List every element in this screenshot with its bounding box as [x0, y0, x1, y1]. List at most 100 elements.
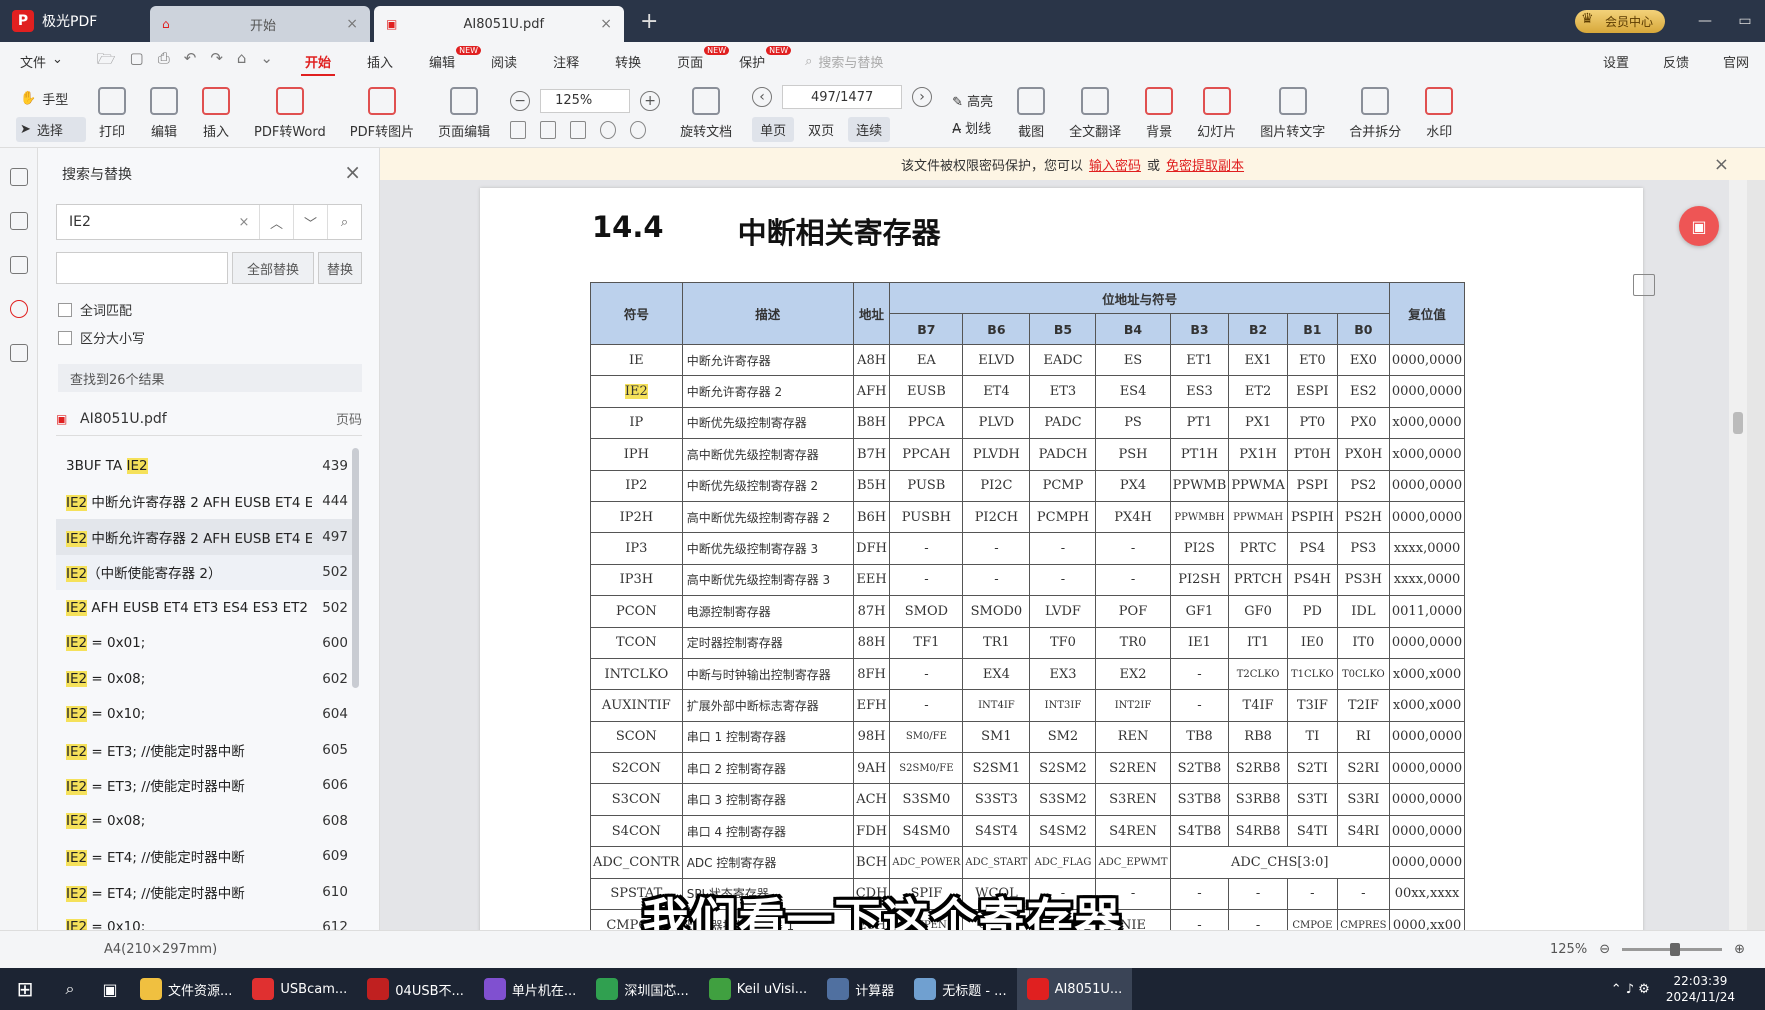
- taskbar-app[interactable]: Keil uVisi...: [699, 968, 817, 1010]
- scroll-thumb[interactable]: [1733, 412, 1743, 434]
- save-icon[interactable]: ▢: [130, 49, 144, 74]
- comment-icon[interactable]: [9, 256, 28, 274]
- strikeout-button[interactable]: A̶ 划线: [952, 118, 993, 137]
- file-menu[interactable]: 文件 ⌄: [0, 52, 83, 71]
- page-number-field[interactable]: 497/1477: [782, 85, 903, 109]
- search-input[interactable]: IE2: [57, 205, 229, 239]
- vip-center-button[interactable]: ♛ 会员中心: [1574, 9, 1665, 33]
- merge-split-button[interactable]: 合并拆分: [1337, 87, 1413, 140]
- rotate-document-button[interactable]: 旋转文档: [668, 87, 744, 140]
- slideshow-button[interactable]: 幻灯片: [1185, 87, 1248, 140]
- hand-tool-button[interactable]: ✋ 手型: [16, 86, 86, 111]
- print-icon[interactable]: ⎙: [158, 49, 170, 74]
- tab-close-icon[interactable]: ×: [346, 16, 358, 32]
- thumbnail-icon[interactable]: [9, 212, 28, 230]
- search-result-item[interactable]: IE2 = ET4; //使能定时器中断 609: [56, 839, 352, 875]
- search-icon[interactable]: ⌕: [327, 205, 361, 239]
- prev-page-icon[interactable]: ‹: [752, 87, 773, 107]
- ocr-button[interactable]: 图片转文字: [1248, 87, 1337, 140]
- search-result-item[interactable]: IE2 中断允许寄存器 2 AFH EUSB ET4 E 497: [56, 519, 352, 555]
- close-icon[interactable]: ×: [1714, 154, 1729, 175]
- tab-home[interactable]: ⌂ 开始 ×: [150, 6, 370, 42]
- close-icon[interactable]: ×: [344, 160, 361, 184]
- clock[interactable]: 22:03:39 2024/11/24: [1666, 973, 1755, 1005]
- background-button[interactable]: 背景: [1133, 87, 1185, 140]
- search-icon[interactable]: [9, 300, 28, 318]
- zoom-in-icon[interactable]: +: [640, 90, 661, 111]
- home-icon[interactable]: ⌂: [237, 49, 247, 74]
- menu-start[interactable]: 开始: [287, 42, 349, 80]
- search-result-item[interactable]: IE2 AFH EUSB ET4 ET3 ES4 ES3 ET2 502: [56, 590, 352, 626]
- print-button[interactable]: 打印: [86, 87, 138, 140]
- document-scrollbar[interactable]: [1729, 180, 1747, 930]
- insert-button[interactable]: 插入: [190, 87, 242, 140]
- new-tab-button[interactable]: +: [624, 0, 674, 42]
- rotate-right-icon[interactable]: [630, 120, 647, 139]
- undo-icon[interactable]: ↶: [184, 49, 197, 74]
- extract-copy-link[interactable]: 免密提取副本: [1166, 155, 1244, 174]
- taskbar-app[interactable]: USBcam...: [242, 968, 357, 1010]
- redo-icon[interactable]: ↷: [210, 49, 223, 74]
- pdf-to-word-button[interactable]: PDF转Word: [242, 87, 338, 140]
- table-extract-icon[interactable]: [1633, 274, 1655, 296]
- match-case-checkbox[interactable]: 区分大小写: [58, 328, 145, 347]
- zoom-in-icon[interactable]: ⊕: [1734, 942, 1745, 957]
- search-result-item[interactable]: IE2 = 0x08; 602: [56, 661, 352, 697]
- search-result-item[interactable]: IE2 = ET3; //使能定时器中断 606: [56, 768, 352, 804]
- prev-result-icon[interactable]: ︿: [259, 205, 293, 239]
- taskbar-app[interactable]: 文件资源...: [130, 968, 242, 1010]
- single-page-button[interactable]: 单页: [752, 117, 795, 142]
- tray-icons[interactable]: ⌃ ♪ ⚙: [1611, 982, 1650, 997]
- menu-protect[interactable]: 保护 NEW: [721, 42, 792, 80]
- double-page-button[interactable]: 双页: [800, 117, 842, 142]
- menu-convert[interactable]: 转换: [597, 42, 659, 80]
- replace-all-button[interactable]: 全部替换: [232, 252, 314, 284]
- minimize-button[interactable]: —: [1685, 0, 1725, 42]
- customize-icon[interactable]: ⌄: [260, 49, 273, 74]
- zoom-slider-knob[interactable]: [1670, 943, 1681, 956]
- page-edit-button[interactable]: 页面编辑: [426, 87, 502, 140]
- search-result-item[interactable]: IE2 中断允许寄存器 2 AFH EUSB ET4 E 444: [56, 484, 352, 520]
- menu-edit[interactable]: 编辑 NEW: [411, 42, 482, 80]
- zoom-level[interactable]: 125%: [1550, 942, 1587, 957]
- edit-button[interactable]: 编辑: [138, 87, 190, 140]
- menu-insert[interactable]: 插入: [349, 42, 411, 80]
- taskbar-app[interactable]: 深圳国芯...: [586, 968, 698, 1010]
- zoom-select[interactable]: 125%: [540, 88, 631, 113]
- document-viewer[interactable]: 14.4 中断相关寄存器 符号 描述 地址 位地址与符号 复位值 B7 B6 B5 B…: [380, 180, 1747, 930]
- settings-link[interactable]: 设置: [1603, 52, 1629, 71]
- wechat-icon[interactable]: ▣: [90, 980, 130, 999]
- highlight-button[interactable]: ✎ 高亮: [952, 91, 993, 110]
- next-page-icon[interactable]: ›: [912, 87, 933, 107]
- taskbar-app[interactable]: 单片机在...: [474, 968, 586, 1010]
- attachment-icon[interactable]: [9, 344, 28, 362]
- search-result-item[interactable]: 3BUF TA IE2 439: [56, 448, 352, 484]
- menu-annotate[interactable]: 注释: [535, 42, 597, 80]
- replace-button[interactable]: 替换: [318, 252, 362, 284]
- continuous-button[interactable]: 连续: [848, 117, 891, 142]
- maximize-button[interactable]: ▭: [1725, 0, 1765, 42]
- whole-word-checkbox[interactable]: 全词匹配: [58, 300, 132, 319]
- taskbar-app[interactable]: 04USB不...: [357, 968, 474, 1010]
- fit-page-icon[interactable]: [540, 120, 557, 139]
- screenshot-button[interactable]: 截图: [1005, 87, 1057, 140]
- search-result-item[interactable]: IE2 = 0x10; 604: [56, 697, 352, 733]
- watermark-button[interactable]: 水印: [1413, 87, 1465, 140]
- taskbar-app[interactable]: 计算器: [817, 968, 904, 1010]
- replace-input[interactable]: [56, 252, 228, 284]
- search-result-item[interactable]: IE2 = ET3; //使能定时器中断 605: [56, 732, 352, 768]
- search-icon[interactable]: ⌕: [50, 979, 90, 999]
- result-file-row[interactable]: ▣ AI8051U.pdf 页码: [56, 402, 362, 436]
- fit-width-icon[interactable]: [510, 120, 527, 139]
- windows-start-icon[interactable]: ⊞: [0, 977, 50, 1001]
- website-link[interactable]: 官网: [1723, 52, 1749, 71]
- clear-icon[interactable]: ×: [229, 205, 259, 239]
- pdf-to-image-button[interactable]: PDF转图片: [338, 87, 426, 140]
- feedback-link[interactable]: 反馈: [1663, 52, 1689, 71]
- search-result-item[interactable]: IE2（中断使能寄存器 2） 502: [56, 554, 352, 590]
- tab-document[interactable]: ▣ AI8051U.pdf ×: [374, 6, 624, 42]
- rotate-left-icon[interactable]: [600, 120, 617, 139]
- zoom-out-icon[interactable]: −: [510, 90, 531, 111]
- open-icon[interactable]: 🗁: [97, 49, 116, 74]
- panel-scrollbar[interactable]: [352, 448, 359, 688]
